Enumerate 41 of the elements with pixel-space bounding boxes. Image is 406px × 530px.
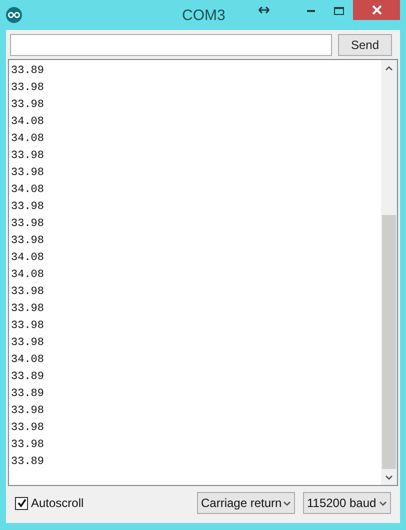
caret-down-icon[interactable] (385, 474, 393, 480)
autoscroll-label: Autoscroll (31, 495, 84, 512)
output-line: 33.98 (11, 438, 44, 453)
output-line: 33.98 (11, 404, 44, 419)
output-line: 33.89 (11, 370, 44, 385)
output-line: 33.98 (11, 285, 44, 300)
message-input-field[interactable] (10, 34, 332, 56)
output-line: 33.98 (11, 200, 44, 215)
window-title: COM3 (182, 6, 226, 26)
output-line: 33.89 (11, 455, 44, 470)
output-line: 33.98 (11, 166, 44, 181)
output-line: 33.98 (11, 302, 44, 317)
output-line: 34.08 (11, 268, 44, 283)
output-line: 33.98 (11, 149, 44, 164)
close-icon[interactable] (372, 5, 382, 15)
output-line: 33.89 (11, 387, 44, 402)
app-logo-icon (6, 7, 22, 23)
caret-down-icon[interactable] (283, 500, 291, 506)
output-line: 33.98 (11, 319, 44, 334)
send-button[interactable]: Send (338, 34, 392, 56)
close-button[interactable] (353, 0, 400, 20)
output-line: 34.08 (11, 132, 44, 147)
output-line: 33.98 (11, 217, 44, 232)
baud-rate-dropdown[interactable]: 115200 baud (303, 492, 391, 514)
caret-up-icon[interactable] (385, 66, 393, 70)
caret-down-icon[interactable] (379, 500, 387, 506)
output-line: 33.98 (11, 421, 44, 436)
autoscroll-checkbox[interactable] (15, 496, 28, 510)
output-line: 33.98 (11, 81, 44, 96)
line-ending-dropdown[interactable]: Carriage return (197, 492, 295, 514)
output-line: 34.08 (11, 251, 44, 266)
resize-arrows-icon (258, 6, 270, 14)
output-line: 33.89 (11, 64, 44, 79)
scrollbar[interactable] (381, 60, 397, 485)
output-line: 33.98 (11, 98, 44, 113)
output-line: 33.98 (11, 234, 44, 249)
scrollbar-thumb[interactable] (382, 215, 396, 469)
output-line: 34.08 (11, 183, 44, 198)
output-line: 34.08 (11, 353, 44, 368)
output-line: 34.08 (11, 115, 44, 130)
output-line: 33.98 (11, 336, 44, 351)
